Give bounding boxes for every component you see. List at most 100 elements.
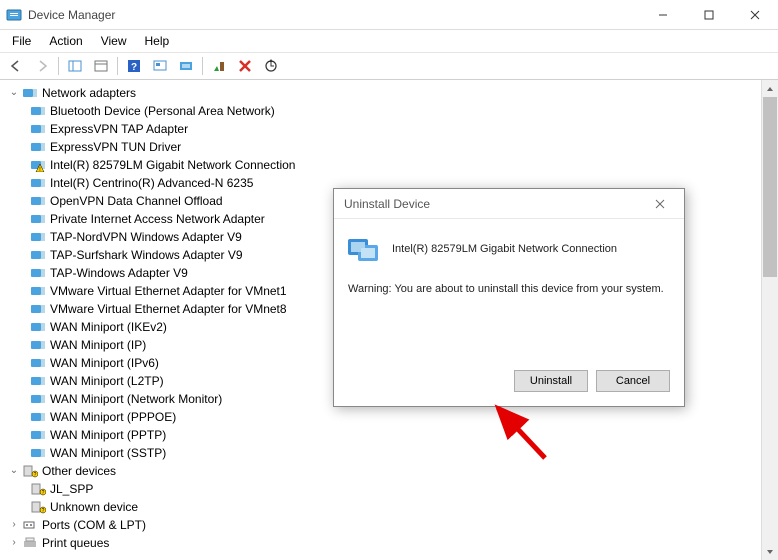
tree-item-label: OpenVPN Data Channel Offload xyxy=(50,192,223,210)
tree-item-label: TAP-Surfshark Windows Adapter V9 xyxy=(50,246,243,264)
svg-text:?: ? xyxy=(42,508,45,514)
scroll-down-button[interactable] xyxy=(762,543,778,560)
properties-button[interactable] xyxy=(89,55,113,77)
tree-label: Other devices xyxy=(42,462,116,480)
tree-item-label: WAN Miniport (PPPOE) xyxy=(50,408,176,426)
tree-node-print-queues[interactable]: › Print queues xyxy=(8,534,778,552)
tree-item-label: ExpressVPN TAP Adapter xyxy=(50,120,188,138)
menu-bar: File Action View Help xyxy=(0,30,778,52)
tree-node-other-devices[interactable]: ⌄ ? Other devices xyxy=(8,462,778,480)
menu-action[interactable]: Action xyxy=(41,32,90,50)
tree-item-label: Intel(R) Centrino(R) Advanced-N 6235 xyxy=(50,174,253,192)
adapter-icon xyxy=(30,266,46,280)
tree-item-label: VMware Virtual Ethernet Adapter for VMne… xyxy=(50,300,287,318)
tree-node-network-adapters[interactable]: ⌄ Network adapters xyxy=(8,84,778,102)
tree-item[interactable]: WAN Miniport (PPTP) xyxy=(30,426,778,444)
tree-item[interactable]: ExpressVPN TAP Adapter xyxy=(30,120,778,138)
svg-text:?: ? xyxy=(131,62,137,73)
dialog-titlebar: Uninstall Device xyxy=(334,189,684,219)
adapter-icon xyxy=(30,248,46,262)
uninstall-dialog: Uninstall Device Intel(R) 82579LM Gigabi… xyxy=(333,188,685,407)
adapter-icon xyxy=(30,284,46,298)
window-title: Device Manager xyxy=(28,8,640,22)
tree-item-label: WAN Miniport (L2TP) xyxy=(50,372,164,390)
menu-file[interactable]: File xyxy=(4,32,39,50)
console-tree-button[interactable] xyxy=(63,55,87,77)
help-button[interactable]: ? xyxy=(122,55,146,77)
tree-label: Print queues xyxy=(42,534,109,552)
scroll-track[interactable] xyxy=(762,97,778,543)
show-hidden-button[interactable] xyxy=(148,55,172,77)
svg-text:?: ? xyxy=(42,490,45,496)
tree-item-label: WAN Miniport (IP) xyxy=(50,336,146,354)
dialog-close-button[interactable] xyxy=(646,194,674,214)
tree-item-label: Intel(R) 82579LM Gigabit Network Connect… xyxy=(50,156,295,174)
menu-help[interactable]: Help xyxy=(137,32,178,50)
svg-text:?: ? xyxy=(34,472,37,478)
adapter-icon xyxy=(30,230,46,244)
tree-label: Network adapters xyxy=(42,84,136,102)
tree-item-label: VMware Virtual Ethernet Adapter for VMne… xyxy=(50,282,287,300)
tree-node-ports[interactable]: › Ports (COM & LPT) xyxy=(8,516,778,534)
dialog-title: Uninstall Device xyxy=(344,197,430,211)
scroll-thumb[interactable] xyxy=(763,97,777,277)
scroll-up-button[interactable] xyxy=(762,80,778,97)
tree-item[interactable]: ? JL_SPP xyxy=(30,480,778,498)
ports-icon xyxy=(22,518,38,532)
adapter-warning-icon: ! xyxy=(30,158,46,172)
adapter-icon xyxy=(30,374,46,388)
collapse-icon[interactable]: ⌄ xyxy=(8,84,20,102)
forward-button[interactable] xyxy=(30,55,54,77)
printer-icon xyxy=(22,536,38,550)
enable-button[interactable] xyxy=(207,55,231,77)
close-button[interactable] xyxy=(732,0,778,30)
adapter-icon xyxy=(30,212,46,226)
expand-icon[interactable]: › xyxy=(8,534,20,552)
maximize-button[interactable] xyxy=(686,0,732,30)
uninstall-button-toolbar[interactable] xyxy=(233,55,257,77)
update-driver-button[interactable] xyxy=(174,55,198,77)
menu-view[interactable]: View xyxy=(93,32,135,50)
adapter-icon xyxy=(30,392,46,406)
dialog-device-name: Intel(R) 82579LM Gigabit Network Connect… xyxy=(392,243,617,255)
tree-item[interactable]: WAN Miniport (PPPOE) xyxy=(30,408,778,426)
adapter-icon xyxy=(30,302,46,316)
collapse-icon[interactable]: ⌄ xyxy=(8,462,20,480)
adapter-icon xyxy=(30,176,46,190)
title-bar: Device Manager xyxy=(0,0,778,30)
tree-item-label: ExpressVPN TUN Driver xyxy=(50,138,181,156)
adapter-icon xyxy=(30,140,46,154)
tree-item-label: WAN Miniport (PPTP) xyxy=(50,426,166,444)
tree-item[interactable]: ExpressVPN TUN Driver xyxy=(30,138,778,156)
adapter-icon xyxy=(30,338,46,352)
unknown-device-icon: ? xyxy=(30,500,46,514)
cancel-button[interactable]: Cancel xyxy=(596,370,670,392)
tree-item-label: Private Internet Access Network Adapter xyxy=(50,210,265,228)
expand-icon[interactable]: › xyxy=(8,516,20,534)
back-button[interactable] xyxy=(4,55,28,77)
tree-item-label: Unknown device xyxy=(50,498,138,516)
tree-item-label: WAN Miniport (IKEv2) xyxy=(50,318,167,336)
minimize-button[interactable] xyxy=(640,0,686,30)
tree-item-label: Bluetooth Device (Personal Area Network) xyxy=(50,102,275,120)
uninstall-button[interactable]: Uninstall xyxy=(514,370,588,392)
other-devices-icon: ? xyxy=(22,464,38,478)
tree-item[interactable]: ? Unknown device xyxy=(30,498,778,516)
toolbar: ? xyxy=(0,52,778,80)
tree-item-label: JL_SPP xyxy=(50,480,93,498)
tree-item[interactable]: ! Intel(R) 82579LM Gigabit Network Connec… xyxy=(30,156,778,174)
adapter-icon xyxy=(30,410,46,424)
unknown-device-icon: ? xyxy=(30,482,46,496)
tree-item-label: WAN Miniport (SSTP) xyxy=(50,444,166,462)
device-icon xyxy=(348,233,380,265)
tree-item[interactable]: WAN Miniport (SSTP) xyxy=(30,444,778,462)
network-adapters-icon xyxy=(22,86,38,100)
app-icon xyxy=(6,7,22,23)
adapter-icon xyxy=(30,194,46,208)
scan-hardware-button[interactable] xyxy=(259,55,283,77)
tree-item-label: TAP-NordVPN Windows Adapter V9 xyxy=(50,228,242,246)
vertical-scrollbar[interactable] xyxy=(761,80,778,560)
tree-item[interactable]: Bluetooth Device (Personal Area Network) xyxy=(30,102,778,120)
adapter-icon xyxy=(30,446,46,460)
tree-item-label: WAN Miniport (IPv6) xyxy=(50,354,159,372)
